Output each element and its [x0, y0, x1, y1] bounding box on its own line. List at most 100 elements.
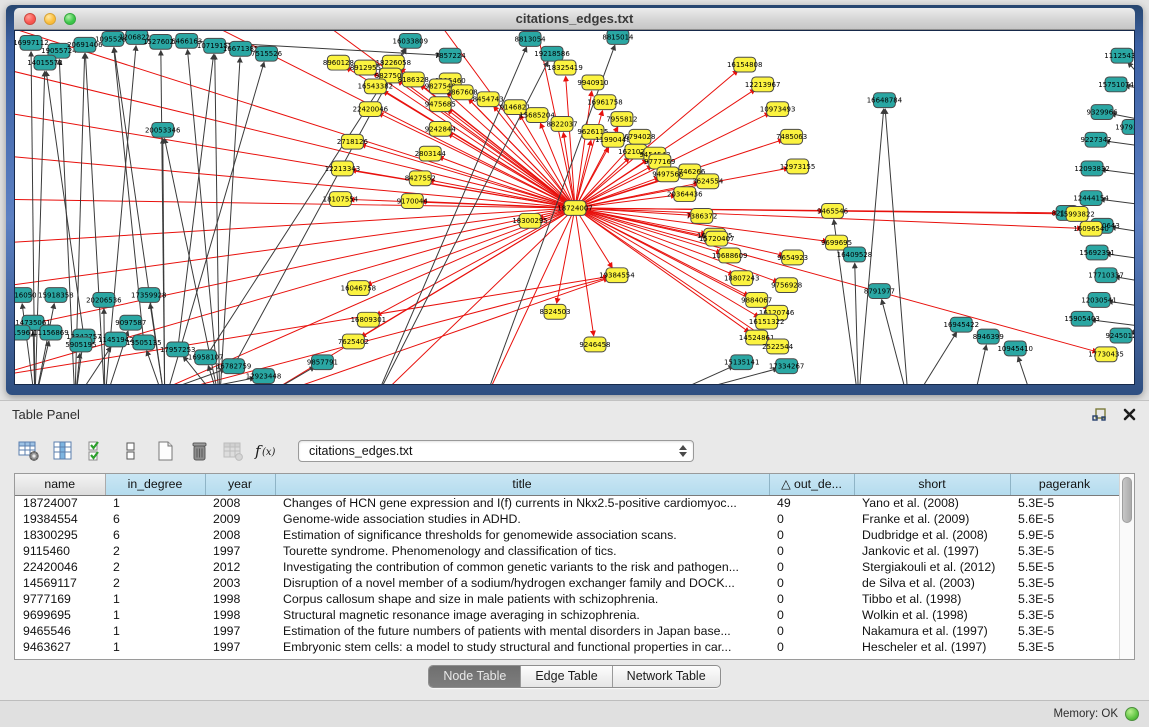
graph-node[interactable]: 9329966 — [1087, 105, 1118, 120]
float-panel-icon[interactable] — [1091, 406, 1107, 422]
graph-node[interactable]: 12973155 — [780, 159, 815, 174]
graph-node[interactable]: 2803144 — [415, 146, 447, 161]
graph-edge[interactable] — [35, 341, 49, 384]
column-header-pagerank[interactable]: pagerank — [1010, 474, 1119, 495]
zoom-window-button[interactable] — [64, 13, 76, 25]
graph-edge[interactable] — [15, 68, 575, 208]
network-file-select[interactable]: citations_edges.txt — [298, 440, 694, 462]
table-row[interactable]: 1872400712008Changes of HCN gene express… — [15, 495, 1119, 511]
graph-node[interactable]: 17334267 — [769, 359, 804, 374]
graph-node[interactable]: 16033809 — [393, 33, 428, 48]
minimize-window-button[interactable] — [44, 13, 56, 25]
graph-node[interactable]: 8815014 — [602, 31, 634, 44]
graph-edge[interactable] — [15, 155, 575, 208]
graph-node[interactable]: 8822037 — [546, 117, 577, 132]
graph-edge[interactable] — [575, 177, 659, 208]
function-builder-icon[interactable]: f(x) — [252, 437, 282, 465]
delete-column-icon[interactable] — [184, 437, 214, 465]
create-column-icon[interactable] — [150, 437, 180, 465]
graph-node[interactable]: 16945422 — [944, 317, 979, 332]
close-window-button[interactable] — [24, 13, 36, 25]
graph-node[interactable]: 7625402 — [338, 334, 369, 349]
graph-node[interactable]: 15751074 — [1098, 77, 1134, 92]
table-row[interactable]: 1456911722003Disruption of a novel membe… — [15, 575, 1119, 591]
graph-edge[interactable] — [262, 208, 575, 384]
graph-edge[interactable] — [215, 55, 220, 384]
graph-node[interactable]: 9245012 — [1105, 328, 1134, 343]
graph-node[interactable]: 7955812 — [606, 112, 637, 127]
graph-edge[interactable] — [654, 366, 734, 384]
graph-node[interactable]: 7515526 — [251, 46, 282, 61]
graph-node[interactable]: 9756928 — [771, 278, 802, 293]
graph-node[interactable]: 15692391 — [1079, 245, 1114, 260]
graph-node[interactable]: 20364436 — [667, 187, 702, 202]
table-row[interactable]: 1830029562008Estimation of significance … — [15, 527, 1119, 543]
column-header-year[interactable]: year — [205, 474, 275, 495]
tab-network-table[interactable]: Network Table — [613, 666, 720, 687]
graph-edge[interactable] — [15, 31, 575, 208]
memory-status-icon[interactable] — [1125, 707, 1139, 721]
graph-edge[interactable] — [885, 109, 908, 384]
graph-edge[interactable] — [882, 300, 909, 384]
graph-edge[interactable] — [575, 208, 1097, 352]
graph-node[interactable]: 10945410 — [997, 341, 1032, 356]
graph-node[interactable]: 20206536 — [86, 293, 121, 308]
column-header-out-de-[interactable]: △ out_de... — [769, 474, 854, 495]
table-scrollbar-thumb[interactable] — [1122, 477, 1132, 523]
graph-node[interactable]: 16046758 — [341, 281, 376, 296]
column-header-name[interactable]: name — [15, 474, 105, 495]
graph-node[interactable]: 8946399 — [973, 329, 1004, 344]
graph-edge[interactable] — [1018, 357, 1033, 384]
table-row[interactable]: 977716911998Corpus callosum shape and si… — [15, 591, 1119, 607]
table-row[interactable]: 946554611997Estimation of the future num… — [15, 623, 1119, 639]
import-table-icon[interactable] — [218, 437, 248, 465]
graph-node[interactable]: 19384554 — [599, 268, 635, 283]
graph-node[interactable]: 9497568 — [652, 167, 683, 182]
graph-node[interactable]: 12444154 — [1073, 191, 1109, 206]
column-header-short[interactable]: short — [854, 474, 1010, 495]
graph-node[interactable]: 17359928 — [131, 288, 166, 303]
graph-node[interactable]: 17730435 — [1088, 347, 1123, 362]
row-height-icon[interactable] — [116, 437, 146, 465]
table-scrollbar[interactable] — [1119, 474, 1134, 659]
graph-node[interactable]: 9857791 — [307, 355, 338, 370]
graph-node[interactable]: 19218586 — [534, 46, 569, 61]
graph-node[interactable]: 5905195 — [65, 337, 96, 352]
network-window-titlebar[interactable]: citations_edges.txt — [14, 8, 1135, 30]
graph-node[interactable]: 9097587 — [115, 315, 146, 330]
graph-node[interactable]: 2522544 — [762, 339, 794, 354]
graph-edge[interactable] — [104, 309, 105, 384]
graph-edge[interactable] — [855, 263, 859, 384]
graph-node[interactable]: 16648784 — [867, 93, 903, 108]
graph-node[interactable]: 9884067 — [741, 293, 772, 308]
graph-node[interactable]: 12213343 — [325, 161, 360, 176]
graph-edge[interactable] — [188, 50, 220, 384]
graph-node[interactable]: 12213967 — [745, 77, 780, 92]
graph-node[interactable]: 9242844 — [425, 121, 457, 136]
graph-node[interactable]: 16154808 — [727, 57, 762, 72]
graph-edge[interactable] — [973, 345, 986, 384]
tab-edge-table[interactable]: Edge Table — [521, 666, 612, 687]
table-row[interactable]: 1938455462009Genome-wide association stu… — [15, 511, 1119, 527]
graph-node[interactable]: 8324503 — [540, 304, 571, 319]
graph-node[interactable]: 10688609 — [712, 248, 747, 263]
tab-node-table[interactable]: Node Table — [429, 666, 521, 687]
graph-node[interactable]: 22420046 — [353, 102, 388, 117]
table-row[interactable]: 969969511998Structural magnetic resonanc… — [15, 607, 1119, 623]
graph-node[interactable]: 7857224 — [435, 48, 467, 63]
graph-node[interactable]: 3624554 — [692, 174, 724, 189]
graph-node[interactable]: 9475685 — [425, 97, 456, 112]
graph-node[interactable]: 12093832 — [1074, 161, 1109, 176]
graph-node[interactable]: 9940910 — [577, 75, 608, 90]
graph-node[interactable]: 15905403 — [1064, 311, 1099, 326]
graph-node[interactable]: 10973493 — [760, 102, 795, 117]
table-row[interactable]: 2242004622012Investigating the contribut… — [15, 559, 1119, 575]
graph-edge[interactable] — [15, 208, 575, 331]
graph-node[interactable]: 17710337 — [1088, 268, 1123, 283]
graph-node[interactable]: 7485063 — [776, 129, 807, 144]
graph-edge[interactable] — [135, 378, 255, 384]
graph-node[interactable]: 9227342 — [1081, 132, 1112, 147]
graph-node[interactable]: 6794028 — [624, 129, 655, 144]
graph-edge[interactable] — [147, 351, 165, 384]
show-columns-icon[interactable] — [48, 437, 78, 465]
